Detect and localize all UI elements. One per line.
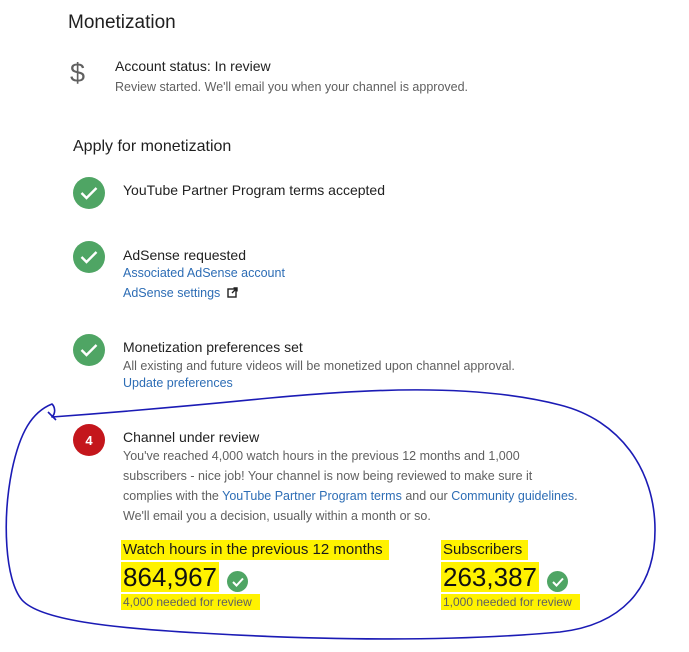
- community-guidelines-link[interactable]: Community guidelines: [451, 489, 574, 503]
- check-icon: [547, 571, 569, 593]
- subscribers-value: 263,387: [441, 562, 539, 592]
- check-icon: [227, 571, 249, 593]
- external-link-icon: [227, 287, 238, 298]
- step-review-title: Channel under review: [123, 429, 260, 445]
- account-status-subtext: Review started. We'll email you when you…: [115, 80, 469, 94]
- check-icon: [73, 177, 105, 209]
- step-preferences-desc: All existing and future videos will be m…: [123, 359, 515, 373]
- subscribers-value-row: 263,387: [441, 562, 569, 593]
- step-adsense-title: AdSense requested: [123, 247, 246, 263]
- watch-hours-label: Watch hours in the previous 12 months: [121, 540, 389, 560]
- associated-adsense-link[interactable]: Associated AdSense account: [123, 266, 285, 280]
- watch-hours-needed: 4,000 needed for review: [121, 594, 260, 610]
- dollar-icon: $: [70, 58, 86, 88]
- apply-section-title: Apply for monetization: [73, 138, 232, 155]
- step-review-desc-4: We'll email you a decision, usually with…: [123, 509, 431, 523]
- watch-hours-value: 864,967: [121, 562, 219, 592]
- step-number-badge: 4: [73, 424, 105, 456]
- step-review-desc-3: complies with the YouTube Partner Progra…: [123, 486, 578, 506]
- ypp-terms-link[interactable]: YouTube Partner Program terms: [222, 489, 402, 503]
- adsense-settings-link[interactable]: AdSense settings: [123, 286, 238, 300]
- adsense-settings-label: AdSense settings: [123, 286, 221, 300]
- subscribers-needed: 1,000 needed for review: [441, 594, 580, 610]
- step-review-desc-2: subscribers - nice job! Your channel is …: [123, 469, 533, 483]
- desc-text: complies with the: [123, 489, 223, 503]
- account-status: Account status: In review: [115, 58, 271, 74]
- update-preferences-link[interactable]: Update preferences: [123, 376, 233, 390]
- check-icon: [73, 334, 105, 366]
- subscribers-label: Subscribers: [441, 540, 529, 560]
- check-icon: [73, 241, 105, 273]
- step-terms-title: YouTube Partner Program terms accepted: [123, 182, 385, 198]
- watch-hours-value-row: 864,967: [121, 562, 249, 593]
- desc-text: and our: [401, 489, 452, 503]
- step-review-desc-1: You've reached 4,000 watch hours in the …: [123, 449, 520, 463]
- step-preferences-title: Monetization preferences set: [123, 339, 303, 355]
- desc-text: .: [574, 489, 578, 503]
- page-title: Monetization: [68, 12, 176, 33]
